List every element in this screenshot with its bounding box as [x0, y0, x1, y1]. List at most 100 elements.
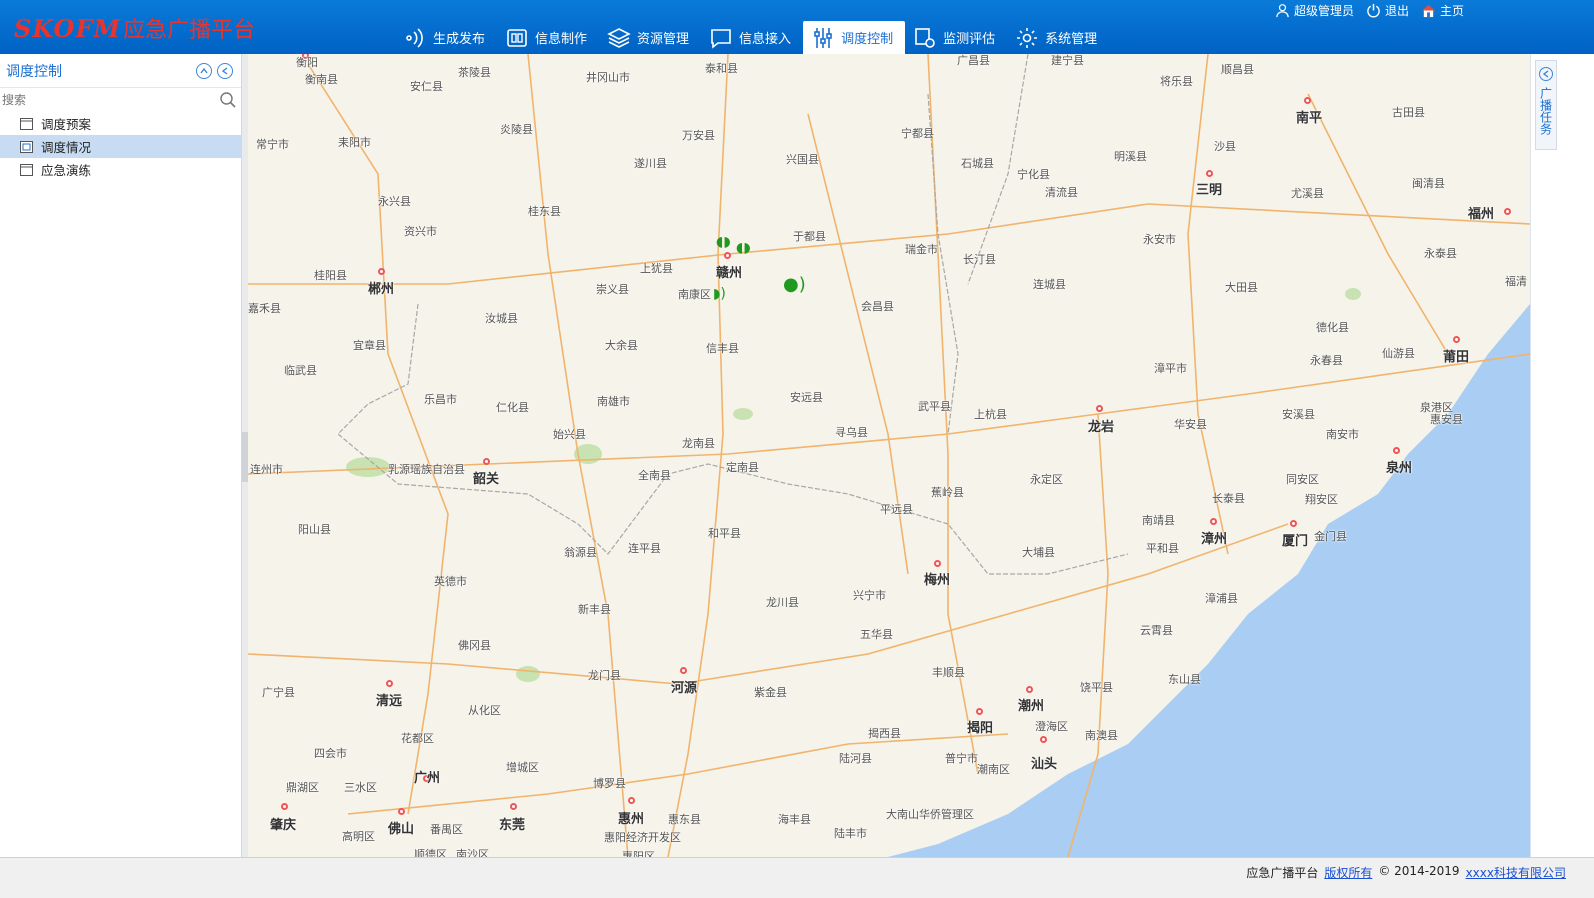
map-label[interactable]: 莆田 [1443, 346, 1469, 365]
tree-item-dispatch-plan[interactable]: 调度预案 [0, 112, 241, 135]
nav-monitor[interactable]: 监测评估 [905, 21, 1007, 54]
map-label[interactable]: 惠阳区 [622, 848, 655, 857]
map-label[interactable]: 云霄县 [1140, 622, 1173, 638]
map-label[interactable]: 陆河县 [839, 750, 872, 766]
map-label[interactable]: 澄海区 [1035, 718, 1068, 734]
map-label[interactable]: 定南县 [726, 459, 759, 475]
map-label[interactable]: 安仁县 [410, 78, 443, 94]
map-label[interactable]: 蕉岭县 [931, 484, 964, 500]
map-label[interactable]: 泉州 [1386, 457, 1412, 476]
map-label[interactable]: 永定区 [1030, 471, 1063, 487]
map-label[interactable]: 惠州 [618, 808, 644, 827]
map-label[interactable]: 肇庆 [270, 814, 296, 833]
map-label[interactable]: 永兴县 [378, 193, 411, 209]
map-label[interactable]: 炎陵县 [500, 121, 533, 137]
map-label[interactable]: 长汀县 [963, 251, 996, 267]
map-label[interactable]: 紫金县 [754, 684, 787, 700]
map-label[interactable]: 惠安县 [1430, 411, 1463, 427]
map-label[interactable]: 茶陵县 [458, 64, 491, 80]
map-label[interactable]: 沙县 [1214, 138, 1236, 154]
map-label[interactable]: 顺德区 [414, 846, 447, 857]
map-label[interactable]: 乐昌市 [424, 391, 457, 407]
map-label[interactable]: 常宁市 [256, 136, 289, 152]
map-label[interactable]: 仁化县 [496, 399, 529, 415]
map-label[interactable]: 古田县 [1392, 104, 1425, 120]
map-label[interactable]: 从化区 [468, 702, 501, 718]
map-label[interactable]: 河源 [671, 677, 697, 696]
map-label[interactable]: 漳浦县 [1205, 590, 1238, 606]
map-view[interactable]: 衡阳 衡南县 茶陵县 井冈山市 泰和县 广昌县 建宁县 顺昌县 南平 古田县 将… [248, 54, 1530, 857]
map-label[interactable]: 临武县 [284, 362, 317, 378]
map-label[interactable]: 清流县 [1045, 184, 1078, 200]
map-label[interactable]: 翁源县 [564, 544, 597, 560]
map-label[interactable]: 漳平市 [1154, 360, 1187, 376]
map-label[interactable]: 四会市 [314, 745, 347, 761]
map-label[interactable]: 德化县 [1316, 319, 1349, 335]
map-label[interactable]: 增城区 [506, 759, 539, 775]
map-label[interactable]: 永春县 [1310, 352, 1343, 368]
map-label[interactable]: 信丰县 [706, 340, 739, 356]
map-label[interactable]: 高明区 [342, 828, 375, 844]
map-label[interactable]: 长泰县 [1212, 490, 1245, 506]
nav-publish[interactable]: 生成发布 [395, 21, 497, 54]
map-label[interactable]: 安远县 [790, 389, 823, 405]
broadcast-marker-icon[interactable]: ◗) [713, 286, 726, 302]
broadcast-marker-icon[interactable]: ●) [783, 274, 806, 295]
map-label[interactable]: 武平县 [918, 398, 951, 414]
nav-system[interactable]: 系统管理 [1007, 21, 1109, 54]
nav-info-access[interactable]: 信息接入 [701, 21, 803, 54]
collapse-left-button[interactable] [217, 63, 233, 79]
map-label[interactable]: 新丰县 [578, 601, 611, 617]
map-label[interactable]: 衡南县 [305, 71, 338, 87]
map-label[interactable]: 厦门 [1282, 530, 1308, 549]
map-label[interactable]: 上犹县 [640, 260, 673, 276]
map-label[interactable]: 连州市 [250, 461, 283, 477]
map-label[interactable]: 龙川县 [766, 594, 799, 610]
map-label[interactable]: 永泰县 [1424, 245, 1457, 261]
map-label[interactable]: 桂东县 [528, 203, 561, 219]
map-label[interactable]: 嘉禾县 [248, 300, 281, 316]
map-label[interactable]: 花都区 [401, 730, 434, 746]
map-label[interactable]: 东山县 [1168, 671, 1201, 687]
map-label[interactable]: 丰顺县 [932, 664, 965, 680]
map-label[interactable]: 遂川县 [634, 155, 667, 171]
home-button[interactable]: 主页 [1421, 2, 1464, 19]
search-icon[interactable] [219, 91, 237, 109]
map-label[interactable]: 上杭县 [974, 406, 1007, 422]
map-label[interactable]: 金门县 [1314, 528, 1347, 544]
nav-dispatch-control[interactable]: 调度控制 [803, 21, 906, 54]
expand-panel-button[interactable] [1539, 67, 1553, 81]
map-label[interactable]: 梅州 [924, 569, 950, 588]
map-label[interactable]: 韶关 [473, 468, 499, 487]
map-label[interactable]: 英德市 [434, 573, 467, 589]
map-label[interactable]: 桂阳县 [314, 267, 347, 283]
map-label[interactable]: 南安市 [1326, 426, 1359, 442]
map-label[interactable]: 惠东县 [668, 811, 701, 827]
map-label[interactable]: 广宁县 [262, 684, 295, 700]
map-label[interactable]: 三水区 [344, 779, 377, 795]
map-label[interactable]: 郴州 [368, 278, 394, 297]
map-label[interactable]: 汕头 [1031, 753, 1057, 772]
map-label[interactable]: 平和县 [1146, 540, 1179, 556]
map-label[interactable]: 尤溪县 [1291, 185, 1324, 201]
map-label[interactable]: 大田县 [1225, 279, 1258, 295]
map-label[interactable]: 石城县 [961, 155, 994, 171]
map-label[interactable]: 南雄市 [597, 393, 630, 409]
map-label[interactable]: 东莞 [499, 814, 525, 833]
map-label[interactable]: 龙门县 [588, 667, 621, 683]
map-label[interactable]: 永安市 [1143, 231, 1176, 247]
map-label[interactable]: 乳源瑶族自治县 [388, 461, 465, 477]
map-label[interactable]: 漳州 [1201, 528, 1227, 547]
map-label[interactable]: 南康区 [678, 286, 711, 302]
map-label[interactable]: 会昌县 [861, 298, 894, 314]
map-label[interactable]: 井冈山市 [586, 69, 630, 85]
map-label[interactable]: 龙岩 [1088, 416, 1114, 435]
user-menu[interactable]: 超级管理员 [1275, 2, 1354, 19]
map-label[interactable]: 佛冈县 [458, 637, 491, 653]
collapse-up-button[interactable] [196, 63, 212, 79]
map-label[interactable]: 博罗县 [593, 775, 626, 791]
map-label[interactable]: 南澳县 [1085, 727, 1118, 743]
map-label[interactable]: 瑞金市 [905, 241, 938, 257]
nav-info-make[interactable]: 信息制作 [497, 21, 599, 54]
map-label[interactable]: 三明 [1196, 179, 1222, 198]
